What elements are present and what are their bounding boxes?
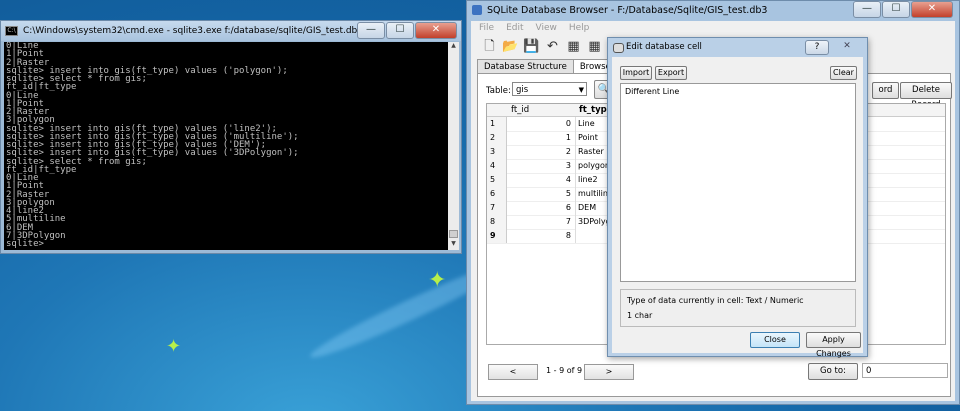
database-icon	[613, 43, 624, 53]
console-output[interactable]: 0|Line 1|Point 2|Raster sqlite> insert i…	[4, 42, 449, 250]
cell-ft-id[interactable]: 4	[507, 173, 576, 187]
dialog-close-icon[interactable]: ✕	[833, 40, 861, 53]
row-number: 5	[487, 173, 507, 187]
cmd-window[interactable]: C:\ C:\Windows\system32\cmd.exe - sqlite…	[0, 20, 462, 254]
save-icon[interactable]: 💾	[523, 38, 540, 55]
open-database-icon[interactable]: 📂	[502, 38, 519, 55]
row-number: 8	[487, 215, 507, 229]
browser-maximize-button[interactable]: ☐	[882, 1, 910, 18]
data-size-info: 1 char	[627, 311, 653, 320]
export-button[interactable]: Export	[655, 66, 687, 80]
row-number: 9	[487, 229, 507, 243]
wallpaper-leaf-icon: ✦	[166, 336, 182, 357]
delete-record-button[interactable]: Delete Record	[900, 82, 952, 110]
previous-page-button[interactable]: <	[488, 364, 538, 380]
browser-minimize-button[interactable]: —	[853, 1, 881, 18]
scroll-down-icon[interactable]: ▼	[448, 240, 459, 250]
cell-ft-id[interactable]: 6	[507, 201, 576, 215]
menu-edit[interactable]: Edit	[506, 23, 523, 33]
create-table-icon[interactable]: ▦	[565, 38, 582, 55]
row-number: 2	[487, 131, 507, 145]
cmd-close-button[interactable]: ✕	[415, 22, 457, 39]
undo-icon[interactable]: ↶	[544, 38, 561, 55]
apply-changes-button[interactable]: Apply Changes	[806, 332, 861, 358]
tab-database-structure[interactable]: Database Structure	[477, 59, 574, 74]
delete-table-icon[interactable]: ▦	[586, 38, 603, 55]
row-number: 6	[487, 187, 507, 201]
wallpaper-leaf-icon: ✦	[428, 268, 447, 293]
scroll-up-icon[interactable]: ▲	[448, 42, 459, 52]
cell-ft-id[interactable]: 8	[507, 229, 576, 243]
cmd-window-title: C:\Windows\system32\cmd.exe - sqlite3.ex…	[23, 26, 363, 36]
cmd-minimize-button[interactable]: —	[357, 22, 385, 39]
cell-editor-textarea[interactable]: Different Line	[620, 83, 856, 282]
dialog-body: Import Export Clear Different Line Type …	[612, 57, 863, 358]
row-number: 1	[487, 117, 507, 131]
new-database-icon[interactable]: 🗋	[481, 38, 498, 55]
data-type-info: Type of data currently in cell: Text / N…	[627, 296, 804, 305]
record-count: 1 - 9 of 9	[546, 366, 583, 375]
cell-ft-id[interactable]: 7	[507, 215, 576, 229]
cmd-window-controls: — ☐ ✕	[356, 22, 457, 39]
row-number: 3	[487, 145, 507, 159]
menu-view[interactable]: View	[536, 23, 557, 33]
column-header[interactable]: ft_id	[511, 104, 529, 116]
cell-info-box: Type of data currently in cell: Text / N…	[620, 289, 856, 327]
cell-ft-id[interactable]: 0	[507, 117, 576, 131]
dialog-title: Edit database cell	[626, 42, 702, 52]
sqlite-app-icon	[472, 5, 482, 15]
goto-input[interactable]: 0	[862, 363, 948, 378]
table-select[interactable]: gis ▼	[512, 82, 587, 96]
table-select-value: gis	[516, 85, 529, 95]
cell-ft-id[interactable]: 3	[507, 159, 576, 173]
close-button[interactable]: Close	[750, 332, 800, 348]
new-record-button[interactable]: ord	[872, 82, 899, 99]
browser-window-controls: — ☐ ✕	[852, 1, 953, 18]
cmd-scrollbar[interactable]: ▲ ▼	[448, 42, 459, 250]
clear-button[interactable]: Clear	[830, 66, 857, 80]
goto-button[interactable]: Go to:	[808, 363, 858, 380]
dialog-titlebar[interactable]: Edit database cell ? ✕	[608, 38, 867, 56]
help-button[interactable]: ?	[805, 40, 829, 55]
browser-window-title: SQLite Database Browser - F:/Database/Sq…	[487, 5, 768, 16]
cell-ft-id[interactable]: 5	[507, 187, 576, 201]
chevron-down-icon: ▼	[578, 86, 584, 94]
import-button[interactable]: Import	[620, 66, 652, 80]
cmd-app-icon: C:\	[5, 26, 18, 36]
cmd-maximize-button[interactable]: ☐	[386, 22, 414, 39]
edit-cell-dialog[interactable]: Edit database cell ? ✕ Import Export Cle…	[607, 37, 868, 358]
menu-bar: File Edit View Help	[471, 21, 955, 35]
menu-file[interactable]: File	[479, 23, 494, 33]
cell-ft-id[interactable]: 1	[507, 131, 576, 145]
menu-help[interactable]: Help	[569, 23, 590, 33]
scroll-thumb[interactable]	[449, 230, 458, 238]
row-number: 7	[487, 201, 507, 215]
cell-ft-id[interactable]: 2	[507, 145, 576, 159]
row-number: 4	[487, 159, 507, 173]
next-page-button[interactable]: >	[584, 364, 634, 380]
table-label: Table:	[486, 86, 511, 96]
browser-close-button[interactable]: ✕	[911, 1, 953, 18]
